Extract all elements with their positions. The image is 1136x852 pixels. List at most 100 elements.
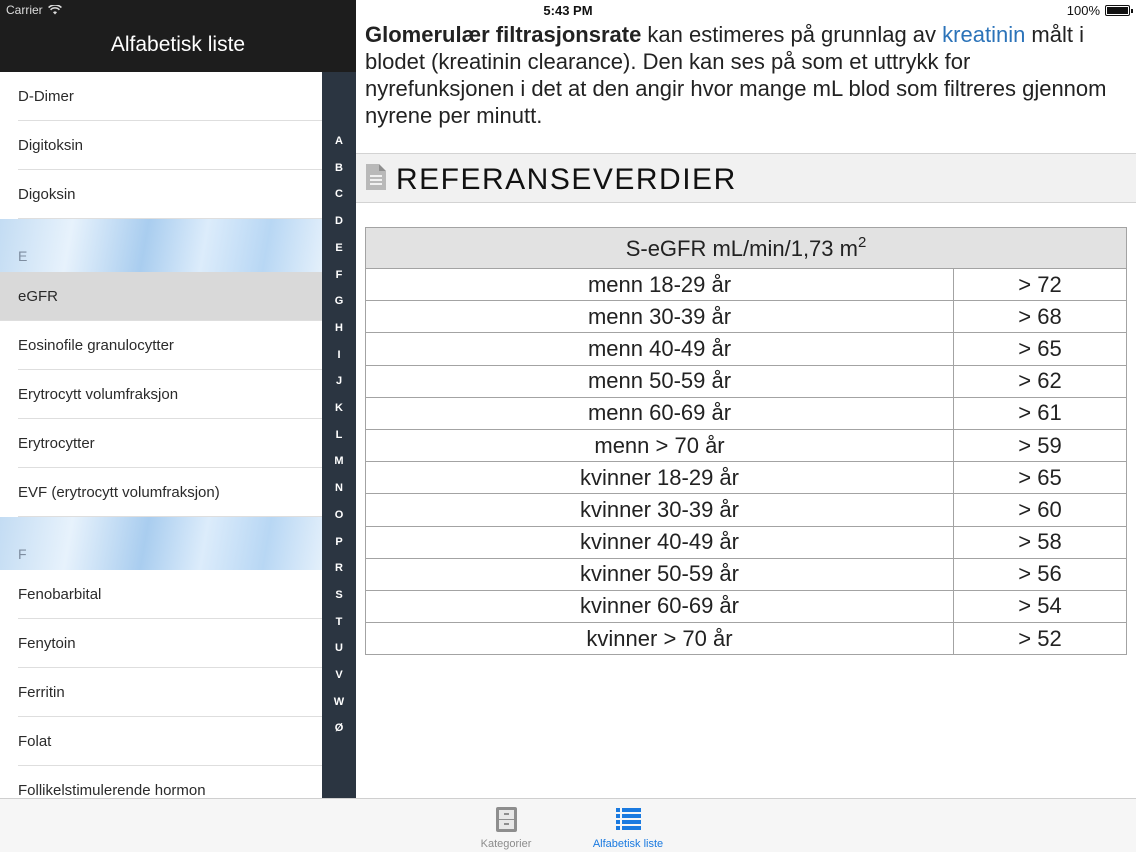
list-item[interactable]: eGFR	[0, 272, 322, 321]
value-cell: > 54	[953, 589, 1127, 624]
index-letter[interactable]: K	[322, 402, 356, 414]
group-cell: kvinner 40-49 år	[365, 525, 954, 559]
value-cell: > 62	[953, 364, 1127, 398]
index-letter[interactable]: B	[322, 162, 356, 174]
index-letter[interactable]: M	[322, 455, 356, 467]
group-cell: kvinner 50-59 år	[365, 557, 954, 591]
intro-text-1: kan estimeres på grunnlag av	[641, 22, 943, 47]
index-letter[interactable]: O	[322, 509, 356, 521]
tab-kategorier-label: Kategorier	[480, 838, 532, 850]
battery-indicator: 100%	[1066, 3, 1133, 18]
section-index-bar[interactable]: A B C D E F G H I J K L M N O P R S T U V W Ø	[322, 72, 356, 798]
list-item[interactable]: Follikelstimulerende hormon	[0, 766, 322, 798]
table-header: S-eGFR mL/min/1,73 m2	[365, 227, 1127, 269]
table-row: kvinner 30-39 år > 60	[365, 493, 1127, 527]
list-item[interactable]: Folat	[0, 717, 322, 766]
list-item[interactable]: Digoksin	[0, 170, 322, 219]
section-header: F	[0, 517, 322, 570]
reference-section-title: REFERANSEVERDIER	[396, 163, 737, 196]
list-item-label: Erytrocytter	[18, 435, 95, 452]
index-letter[interactable]: E	[322, 242, 356, 254]
sidebar: Alfabetisk liste D-Dimer Digitoksin Digoks…	[0, 0, 356, 798]
battery-percent: 100%	[1066, 3, 1100, 18]
list-item[interactable]: Digitoksin	[0, 121, 322, 170]
index-letter[interactable]: Ø	[322, 722, 356, 734]
value-cell: > 59	[953, 428, 1127, 463]
list-item[interactable]: EVF (erytrocytt volumfraksjon)	[0, 468, 322, 517]
list-item-label: Digoksin	[18, 186, 76, 203]
group-cell: kvinner 60-69 år	[365, 589, 954, 624]
table-row: kvinner 50-59 år > 56	[365, 557, 1127, 591]
cabinet-icon	[496, 807, 517, 832]
table-row: menn 30-39 år > 68	[365, 300, 1127, 334]
kreatinin-link[interactable]: kreatinin	[942, 22, 1025, 47]
list-item[interactable]: Fenytoin	[0, 619, 322, 668]
list-item[interactable]: Erytrocytter	[0, 419, 322, 468]
list-item-label: Ferritin	[18, 684, 65, 701]
index-letter[interactable]: H	[322, 322, 356, 334]
list-item-label: Follikelstimulerende hormon	[18, 782, 206, 798]
tab-alfabetisk-liste[interactable]: Alfabetisk liste	[578, 799, 678, 852]
document-icon	[366, 164, 386, 190]
list-item-label: EVF (erytrocytt volumfraksjon)	[18, 484, 220, 501]
value-cell: > 56	[953, 557, 1127, 591]
index-letter[interactable]: L	[322, 429, 356, 441]
value-cell: > 52	[953, 622, 1127, 656]
index-letter[interactable]: S	[322, 589, 356, 601]
list-item[interactable]: Eosinofile granulocytter	[0, 321, 322, 370]
detail-panel: Glomerulær filtrasjonsrate kan estimeres…	[356, 0, 1136, 798]
table-header-label: S-eGFR mL/min/1,73 m	[625, 236, 858, 261]
sidebar-title: Alfabetisk liste	[110, 33, 246, 56]
index-letter[interactable]: G	[322, 295, 356, 307]
index-letter[interactable]: D	[322, 215, 356, 227]
table-row: kvinner 18-29 år > 65	[365, 461, 1127, 495]
tab-kategorier[interactable]: Kategorier	[456, 799, 556, 852]
group-cell: menn 30-39 år	[365, 300, 954, 334]
list-icon	[616, 808, 641, 830]
intro-paragraph: Glomerulær filtrasjonsrate kan estimeres…	[365, 21, 1125, 129]
index-letter[interactable]: F	[322, 269, 356, 281]
index-letter[interactable]: U	[322, 642, 356, 654]
value-cell: > 68	[953, 300, 1127, 334]
table-header-superscript: 2	[857, 234, 867, 251]
list-item[interactable]: Fenobarbital	[0, 570, 322, 619]
status-bar: Carrier 5:43 PM 100%	[0, 0, 1136, 22]
value-cell: > 58	[953, 525, 1127, 559]
index-letter[interactable]: P	[322, 536, 356, 548]
index-letter[interactable]: R	[322, 562, 356, 574]
index-letter[interactable]: T	[322, 616, 356, 628]
intro-term: Glomerulær filtrasjonsrate	[365, 22, 642, 47]
index-letter[interactable]: C	[322, 188, 356, 200]
value-cell: > 65	[953, 332, 1127, 366]
group-cell: menn 18-29 år	[365, 267, 954, 302]
list-item[interactable]: D-Dimer	[0, 72, 322, 121]
alphabetical-list[interactable]: D-Dimer Digitoksin Digoksin EeGFR Eosinofile…	[0, 72, 322, 798]
index-letter[interactable]: J	[322, 375, 356, 387]
list-item-label: Folat	[18, 733, 52, 750]
battery-icon	[1105, 5, 1133, 16]
index-letter[interactable]: V	[322, 669, 356, 681]
list-item-label: Digitoksin	[18, 137, 84, 154]
value-cell: > 61	[953, 396, 1127, 430]
group-cell: menn 60-69 år	[365, 396, 954, 430]
reference-section-header: REFERANSEVERDIER	[356, 153, 1136, 203]
reference-values-table: S-eGFR mL/min/1,73 m2 menn 18-29 år > 72 m…	[365, 227, 1127, 656]
section-header: E	[0, 219, 322, 272]
table-row: kvinner > 70 år > 52	[365, 622, 1127, 656]
group-cell: kvinner > 70 år	[365, 622, 954, 656]
index-letter[interactable]: W	[322, 696, 356, 708]
list-item[interactable]: Erytrocytt volumfraksjon	[0, 370, 322, 419]
index-letter[interactable]: A	[322, 135, 356, 147]
clock: 5:43 PM	[543, 3, 593, 18]
table-row: menn > 70 år > 59	[365, 428, 1127, 463]
table-row: kvinner 60-69 år > 54	[365, 589, 1127, 624]
section-header-label: F	[18, 546, 27, 562]
group-cell: kvinner 18-29 år	[365, 461, 954, 495]
list-item-label: eGFR	[18, 288, 59, 305]
list-item[interactable]: Ferritin	[0, 668, 322, 717]
group-cell: kvinner 30-39 år	[365, 493, 954, 527]
index-letter[interactable]: I	[322, 349, 356, 361]
group-cell: menn > 70 år	[365, 428, 954, 463]
index-letter[interactable]: N	[322, 482, 356, 494]
table-row: menn 50-59 år > 62	[365, 364, 1127, 398]
